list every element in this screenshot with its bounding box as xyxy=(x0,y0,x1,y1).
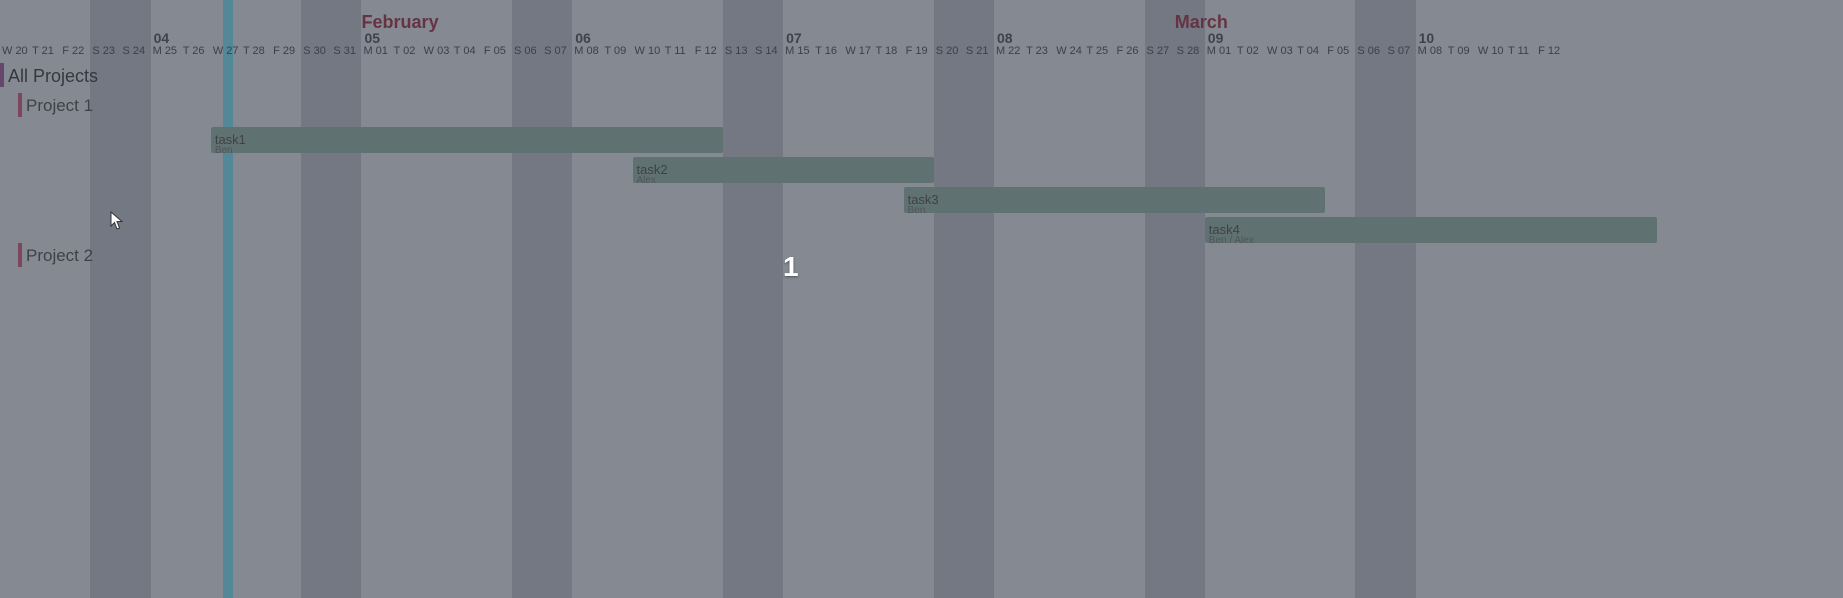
day-label: T 02 xyxy=(394,45,416,57)
task-bar-task4[interactable] xyxy=(1205,217,1657,243)
day-label: T 09 xyxy=(1448,45,1470,57)
week-label: 06 xyxy=(575,30,591,46)
day-label: M 01 xyxy=(363,45,387,57)
day-label: S 30 xyxy=(303,45,326,57)
day-label: S 20 xyxy=(936,45,959,57)
day-label: W 03 xyxy=(424,45,450,57)
day-label: S 21 xyxy=(966,45,989,57)
day-label: F 26 xyxy=(1116,45,1138,57)
day-label: T 02 xyxy=(1237,45,1259,57)
group-project-2[interactable]: Project 2 xyxy=(26,246,93,266)
week-label: 08 xyxy=(997,30,1013,46)
day-label: T 21 xyxy=(32,45,54,57)
group-project-1[interactable]: Project 1 xyxy=(26,96,93,116)
day-label: F 12 xyxy=(695,45,717,57)
day-label: M 15 xyxy=(785,45,809,57)
mouse-cursor-icon xyxy=(110,211,126,231)
task-bar-task2[interactable] xyxy=(633,157,934,183)
task-owner: Ben / Alex xyxy=(1209,235,1254,246)
task-owner: Ben xyxy=(908,205,926,216)
day-label: S 27 xyxy=(1147,45,1170,57)
week-label: 10 xyxy=(1419,30,1435,46)
day-label: T 04 xyxy=(1297,45,1319,57)
day-label: T 09 xyxy=(604,45,626,57)
day-label: S 31 xyxy=(333,45,356,57)
day-label: M 01 xyxy=(1207,45,1231,57)
day-label: T 11 xyxy=(665,45,686,57)
day-label: M 08 xyxy=(1418,45,1442,57)
day-label: S 07 xyxy=(1388,45,1411,57)
day-label: W 27 xyxy=(213,45,239,57)
day-label: T 25 xyxy=(1086,45,1108,57)
day-label: T 23 xyxy=(1026,45,1048,57)
day-label: F 05 xyxy=(1327,45,1349,57)
day-label: S 06 xyxy=(514,45,537,57)
day-label: S 24 xyxy=(122,45,145,57)
day-label: T 16 xyxy=(815,45,837,57)
task-bar-task1[interactable] xyxy=(211,127,723,153)
group-all-projects[interactable]: All Projects xyxy=(8,66,98,87)
day-label: W 20 xyxy=(2,45,28,57)
day-label: S 28 xyxy=(1177,45,1200,57)
day-label: S 06 xyxy=(1357,45,1380,57)
day-label: S 14 xyxy=(755,45,778,57)
day-label: W 03 xyxy=(1267,45,1293,57)
page-number: 1 xyxy=(783,253,799,281)
week-label: 07 xyxy=(786,30,802,46)
task-owner: Alex xyxy=(637,175,656,186)
day-label: T 26 xyxy=(183,45,205,57)
task-owner: Ben xyxy=(215,145,233,156)
day-label: W 10 xyxy=(635,45,661,57)
day-label: S 07 xyxy=(544,45,567,57)
day-label: T 28 xyxy=(243,45,265,57)
week-label: 09 xyxy=(1208,30,1224,46)
day-label: T 11 xyxy=(1508,45,1529,57)
week-label: 05 xyxy=(364,30,380,46)
day-label: M 22 xyxy=(996,45,1020,57)
day-label: F 29 xyxy=(273,45,295,57)
week-label: 04 xyxy=(154,30,170,46)
day-label: T 18 xyxy=(875,45,897,57)
day-label: F 12 xyxy=(1538,45,1560,57)
day-label: F 22 xyxy=(62,45,84,57)
task-bar-task3[interactable] xyxy=(904,187,1326,213)
day-label: F 19 xyxy=(906,45,928,57)
day-label: F 05 xyxy=(484,45,506,57)
day-label: W 17 xyxy=(845,45,871,57)
day-label: S 23 xyxy=(92,45,115,57)
day-label: W 24 xyxy=(1056,45,1082,57)
day-label: T 04 xyxy=(454,45,476,57)
day-label: M 08 xyxy=(574,45,598,57)
day-label: W 10 xyxy=(1478,45,1504,57)
day-label: M 25 xyxy=(153,45,177,57)
day-label: S 13 xyxy=(725,45,748,57)
